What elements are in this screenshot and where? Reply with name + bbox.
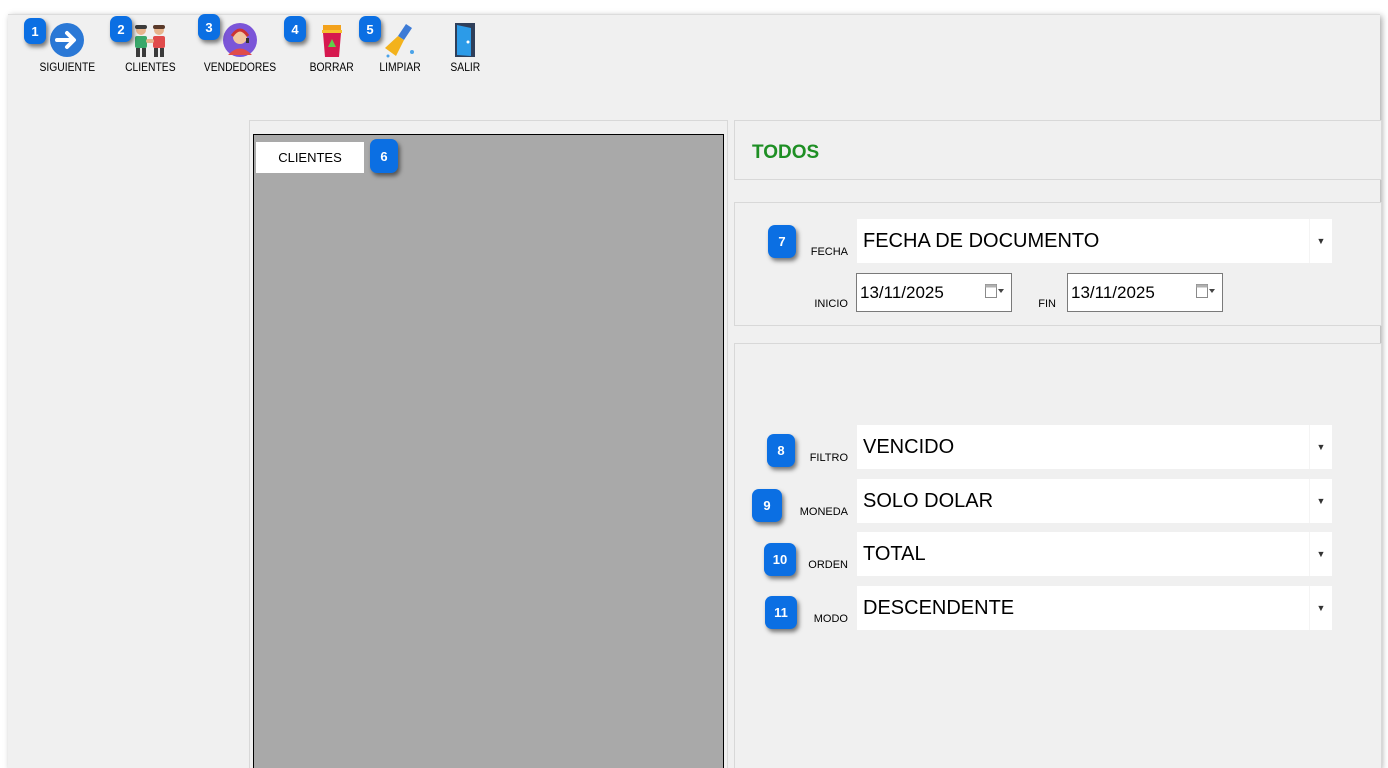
fecha-label: FECHA: [810, 246, 848, 258]
modo-select-value: DESCENDENTE: [863, 596, 1015, 619]
dropdown-arrow-icon[interactable]: ▼: [1309, 479, 1332, 523]
page-title: TODOS: [752, 142, 820, 163]
exit-door-icon: [455, 23, 476, 57]
filtro-label: FILTRO: [809, 452, 848, 464]
dropdown-arrow-icon[interactable]: ▼: [1309, 425, 1332, 469]
fin-date-picker[interactable]: 13/11/2025: [1067, 273, 1223, 312]
orden-label: ORDEN: [808, 559, 848, 571]
badge-4: 4: [284, 16, 306, 42]
vendedores-label: VENDEDORES: [203, 60, 277, 74]
siguiente-label: SIGUIENTE: [39, 60, 96, 74]
clients-handshake-icon: [135, 25, 166, 57]
sales-agent-icon: [223, 23, 258, 57]
tab-clientes[interactable]: CLIENTES: [256, 142, 364, 173]
badge-3: 3: [198, 14, 220, 40]
salir-label: SALIR: [450, 60, 481, 74]
inicio-label: INICIO: [814, 298, 848, 310]
orden-select-value: TOTAL: [863, 542, 926, 565]
fecha-select[interactable]: FECHA DE DOCUMENTO ▼: [857, 219, 1332, 263]
orden-select[interactable]: TOTAL ▼: [857, 532, 1332, 576]
badge-8: 8: [767, 434, 795, 467]
borrar-button[interactable]: BORRAR: [306, 22, 357, 74]
inicio-date-picker[interactable]: 13/11/2025: [856, 273, 1012, 312]
modo-select[interactable]: DESCENDENTE ▼: [857, 586, 1332, 630]
dropdown-arrow-icon[interactable]: ▼: [1309, 532, 1332, 576]
arrow-right-circle-icon: [50, 23, 85, 57]
moneda-select-value: SOLO DOLAR: [863, 489, 994, 512]
trash-bin-icon: [321, 25, 342, 57]
filtro-select-value: VENCIDO: [863, 435, 955, 458]
salir-button[interactable]: SALIR: [448, 22, 483, 74]
clientes-label: CLIENTES: [125, 60, 176, 74]
title-group: [734, 120, 1382, 180]
badge-11: 11: [765, 596, 797, 629]
fin-label: FIN: [1038, 298, 1056, 310]
filtro-select[interactable]: VENCIDO ▼: [857, 425, 1332, 469]
dropdown-arrow-icon[interactable]: ▼: [1309, 586, 1332, 630]
calendar-icon[interactable]: [1196, 284, 1216, 298]
broom-icon: [385, 24, 414, 58]
limpiar-button[interactable]: LIMPIAR: [376, 22, 424, 74]
modo-label: MODO: [813, 613, 848, 625]
fin-date-value: 13/11/2025: [1071, 282, 1155, 302]
limpiar-label: LIMPIAR: [379, 60, 421, 74]
borrar-label: BORRAR: [309, 60, 354, 74]
badge-5: 5: [359, 16, 381, 42]
moneda-label: MONEDA: [799, 506, 848, 518]
badge-2: 2: [110, 16, 132, 42]
badge-6: 6: [370, 139, 398, 173]
clients-panel[interactable]: [253, 134, 724, 768]
badge-10: 10: [764, 543, 796, 576]
moneda-select[interactable]: SOLO DOLAR ▼: [857, 479, 1332, 523]
inicio-date-value: 13/11/2025: [860, 282, 944, 302]
badge-1: 1: [24, 18, 46, 44]
fecha-select-value: FECHA DE DOCUMENTO: [863, 229, 1100, 252]
calendar-icon[interactable]: [985, 284, 1005, 298]
dropdown-arrow-icon[interactable]: ▼: [1309, 219, 1332, 263]
badge-7: 7: [768, 225, 796, 258]
badge-9: 9: [752, 489, 782, 522]
